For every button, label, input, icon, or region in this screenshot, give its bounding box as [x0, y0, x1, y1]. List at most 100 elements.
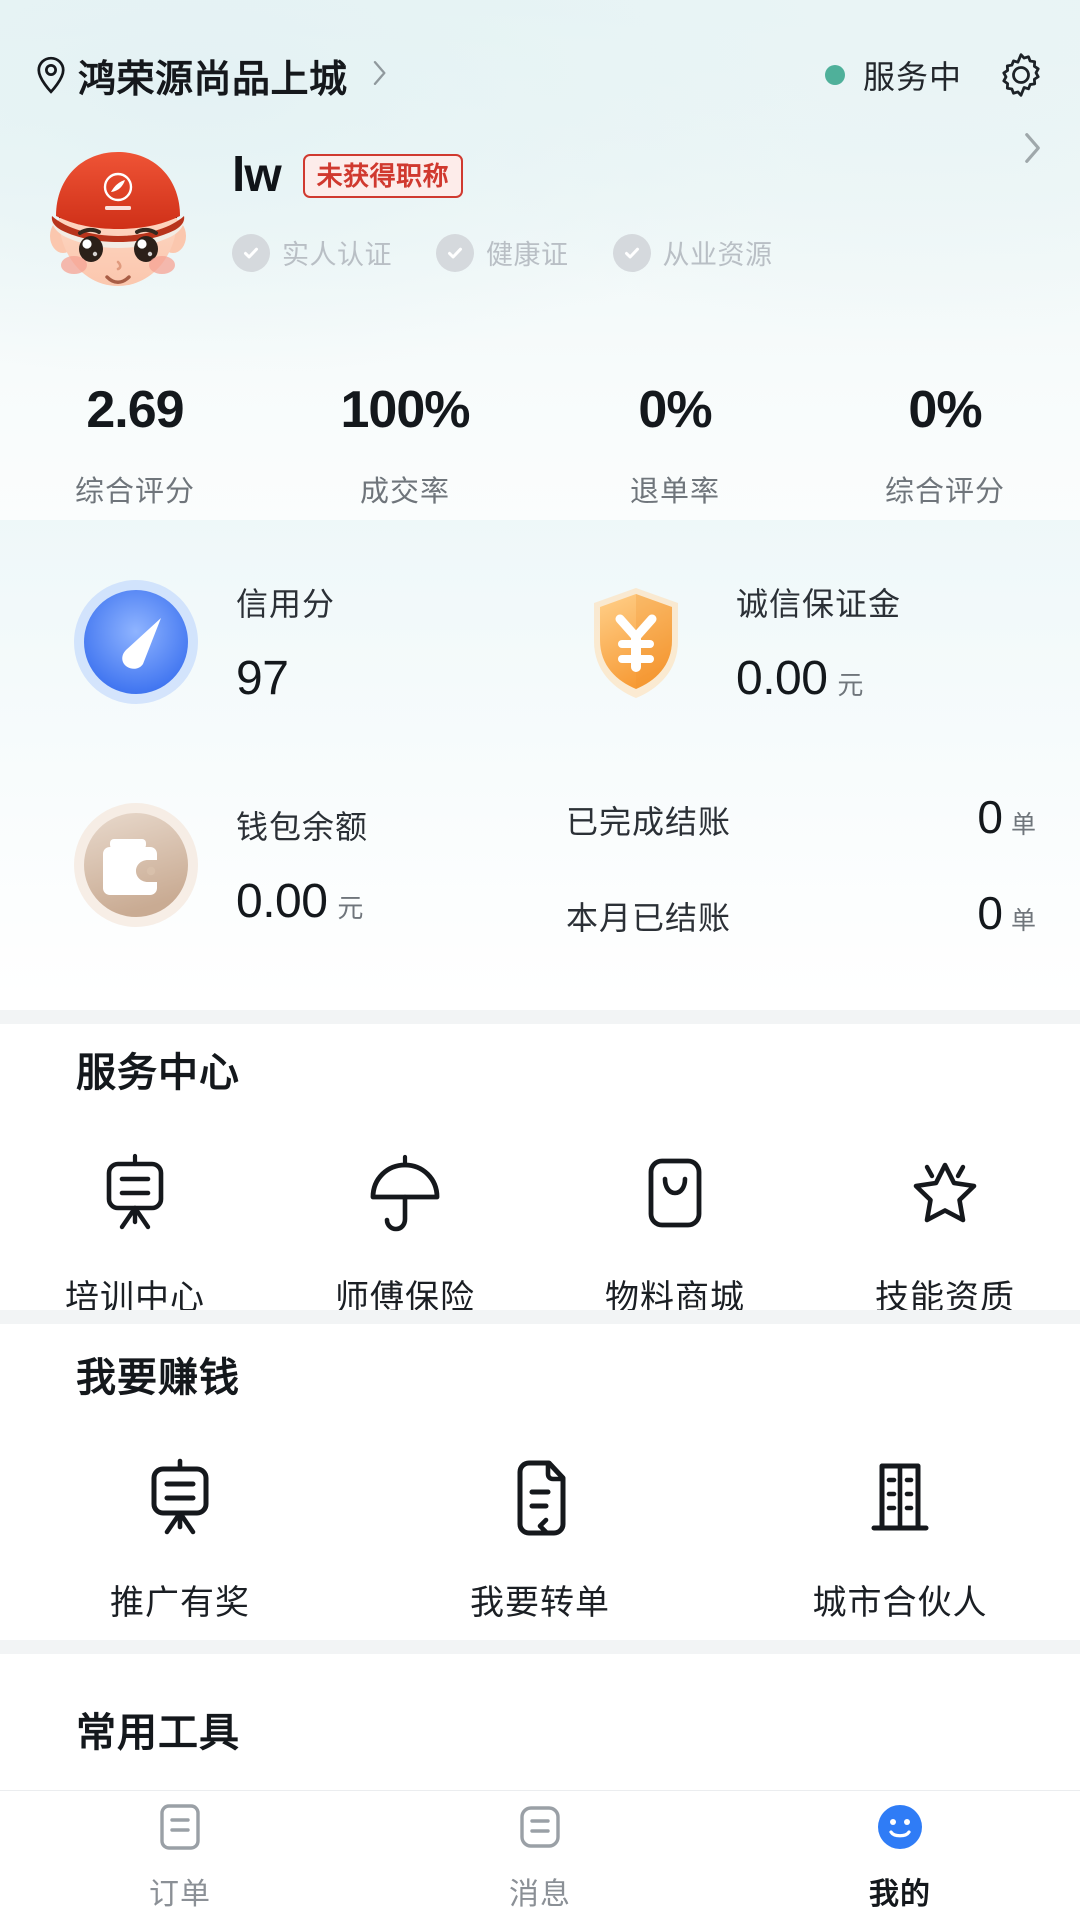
- grid-item-material-mall[interactable]: 物料商城: [540, 1150, 810, 1319]
- tab-orders[interactable]: 订单: [0, 1799, 360, 1913]
- profile-name-row: lw 未获得职称: [232, 148, 1024, 203]
- tab-label: 消息: [509, 1877, 571, 1911]
- grid-item-training-center[interactable]: 培训中心: [0, 1150, 270, 1319]
- title-badge: 未获得职称: [302, 153, 464, 198]
- tab-profile[interactable]: 我的: [720, 1799, 1080, 1913]
- building-icon: [857, 1455, 943, 1541]
- deposit-value-wrap: 0.00 元: [736, 651, 901, 706]
- deposit-text: 诚信保证金 0.00 元: [736, 579, 901, 706]
- shield-yuan-icon: [566, 572, 706, 712]
- common-tools-section: 常用工具: [0, 1700, 1080, 1758]
- wallet-value-wrap: 0.00 元: [236, 874, 368, 929]
- service-center-section: 服务中心 培训中心 师傅保险 物料商城 技能资质: [0, 1040, 1080, 1319]
- check-circle-icon: [436, 233, 474, 272]
- profile-block[interactable]: lw 未获得职称 实人认证 健康证 从业资源: [0, 132, 1080, 312]
- wallet-unit: 元: [337, 892, 364, 923]
- earn-money-title: 我要赚钱: [76, 1356, 240, 1400]
- grid-item-skill-qualification[interactable]: 技能资质: [810, 1150, 1080, 1319]
- profile-smiley-icon: [870, 1799, 930, 1855]
- cert-item-health[interactable]: 健康证: [436, 233, 569, 272]
- stat-label: 成交率: [359, 476, 450, 508]
- tab-label: 我的: [869, 1877, 931, 1911]
- cert-label: 健康证: [486, 240, 569, 270]
- settlement-unit: 单: [1010, 811, 1036, 839]
- certification-list: 实人认证 健康证 从业资源: [232, 233, 1024, 272]
- user-name: lw: [232, 149, 282, 202]
- wallet-card[interactable]: 钱包余额 0.00 元: [0, 790, 540, 940]
- card-row-credit-deposit: 信用分 97 诚信保证金 0.00 元: [0, 572, 1080, 712]
- star-badge-icon: [902, 1150, 988, 1236]
- stats-row: 2.69 综合评分 100% 成交率 0% 退单率 0% 综合评分: [0, 380, 1080, 510]
- stat-label: 综合评分: [74, 476, 195, 508]
- grid-item-master-insurance[interactable]: 师傅保险: [270, 1150, 540, 1319]
- section-divider: [0, 1310, 1080, 1324]
- status-dot-icon: [824, 65, 845, 85]
- grid-item-label: 我要转单: [469, 1584, 610, 1622]
- grid-item-label: 推广有奖: [109, 1584, 250, 1622]
- credit-text: 信用分 97: [236, 579, 335, 706]
- section-divider: [0, 1640, 1080, 1654]
- easel-board-icon: [92, 1150, 178, 1236]
- settlement-unit: 单: [1010, 907, 1036, 935]
- avatar[interactable]: [34, 132, 202, 300]
- stat-value: 0%: [908, 381, 982, 439]
- service-center-title: 服务中心: [76, 1051, 240, 1095]
- settlement-value-wrap: 0单: [977, 790, 1036, 844]
- stat-overall[interactable]: 0% 综合评分: [810, 380, 1080, 510]
- deposit-card[interactable]: 诚信保证金 0.00 元: [540, 572, 1080, 712]
- tab-messages[interactable]: 消息: [360, 1799, 720, 1913]
- order-list-icon: [150, 1799, 210, 1855]
- wallet-value: 0.00: [236, 874, 328, 928]
- section-divider: [0, 1010, 1080, 1024]
- message-icon: [510, 1799, 570, 1855]
- stat-conversion[interactable]: 100% 成交率: [270, 380, 540, 510]
- gear-icon[interactable]: [996, 50, 1046, 100]
- settlement-block: 已完成结账 0单 本月已结账 0单: [540, 790, 1080, 940]
- grid-item-promotion-reward[interactable]: 推广有奖: [0, 1455, 360, 1624]
- settlement-value: 0: [977, 791, 1003, 843]
- bottom-tab-bar: 订单 消息 我的: [0, 1790, 1080, 1920]
- grid-item-city-partner[interactable]: 城市合伙人: [720, 1455, 1080, 1624]
- cert-label: 实人认证: [282, 240, 392, 270]
- easel-board-icon: [137, 1455, 223, 1541]
- cert-item-qualification[interactable]: 从业资源: [612, 233, 773, 272]
- settlement-row-completed[interactable]: 已完成结账 0单: [566, 790, 1036, 844]
- location-selector[interactable]: 鸿荣源尚品上城: [34, 48, 388, 103]
- settlement-label: 本月已结账: [566, 900, 732, 936]
- cert-label: 从业资源: [662, 240, 773, 270]
- wallet-icon: [66, 795, 206, 935]
- service-status[interactable]: 服务中: [824, 52, 962, 98]
- credit-title: 信用分: [236, 585, 336, 622]
- grid-item-transfer-order[interactable]: 我要转单: [360, 1455, 720, 1624]
- shopping-bag-icon: [632, 1150, 718, 1236]
- profile-info: lw 未获得职称 实人认证 健康证 从业资源: [232, 132, 1024, 272]
- deposit-title: 诚信保证金: [736, 585, 902, 622]
- app-header: 鸿荣源尚品上城 服务中: [0, 40, 1080, 110]
- service-center-grid: 培训中心 师傅保险 物料商城 技能资质: [0, 1150, 1080, 1319]
- credit-score-card[interactable]: 信用分 97: [0, 572, 540, 712]
- stat-rating[interactable]: 2.69 综合评分: [0, 380, 270, 510]
- credit-gauge-icon: [66, 572, 206, 712]
- settlement-row-month[interactable]: 本月已结账 0单: [566, 886, 1036, 940]
- deposit-unit: 元: [837, 669, 864, 700]
- grid-item-label: 城市合伙人: [812, 1584, 988, 1622]
- location-pin-icon: [34, 56, 68, 94]
- app-screen: 鸿荣源尚品上城 服务中 lw 未获得职称 实人认证 健康证 从业资源 2.69 …: [0, 0, 1080, 1920]
- deposit-value: 0.00: [736, 651, 828, 705]
- cert-item-realname[interactable]: 实人认证: [232, 233, 392, 272]
- stat-label: 退单率: [629, 476, 720, 508]
- settlement-label: 已完成结账: [566, 804, 732, 840]
- common-tools-title: 常用工具: [76, 1711, 240, 1755]
- settlement-value: 0: [977, 887, 1003, 939]
- chevron-right-icon: [358, 60, 388, 91]
- profile-chevron-right-icon[interactable]: [1024, 132, 1046, 169]
- settlement-value-wrap: 0单: [977, 886, 1036, 940]
- check-circle-icon: [612, 233, 651, 272]
- stat-label: 综合评分: [884, 476, 1005, 508]
- stat-refund[interactable]: 0% 退单率: [540, 380, 810, 510]
- document-transfer-icon: [497, 1455, 583, 1541]
- tab-label: 订单: [149, 1877, 211, 1911]
- earn-money-grid: 推广有奖 我要转单 城市合伙人: [0, 1455, 1080, 1624]
- earn-money-section: 我要赚钱 推广有奖 我要转单 城市合伙人: [0, 1345, 1080, 1624]
- check-circle-icon: [232, 233, 270, 272]
